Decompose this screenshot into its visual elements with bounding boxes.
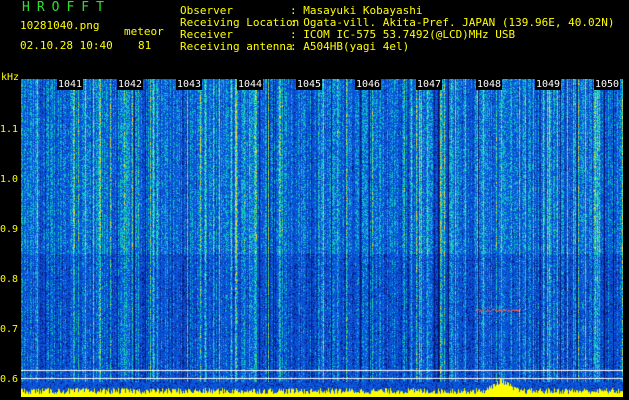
- time-label-1042: 1042: [117, 79, 144, 90]
- time-label-1041: 1041: [57, 79, 84, 90]
- ytick-1-0: 1.0: [0, 174, 19, 185]
- file-name: 10281040.png: [20, 19, 100, 32]
- ytick-0-6: 0.6: [0, 374, 19, 385]
- meteor-count: 81: [138, 39, 152, 52]
- ytick-0-7: 0.7: [0, 324, 19, 335]
- time-label-1043: 1043: [176, 79, 203, 90]
- ytick-0-8: 0.8: [0, 274, 19, 285]
- time-label-1049: 1049: [535, 79, 562, 90]
- brand-title: HROFFT: [22, 0, 111, 15]
- time-label-1046: 1046: [355, 79, 382, 90]
- ytick-1-1: 1.1: [0, 124, 19, 135]
- time-label-1048: 1048: [476, 79, 503, 90]
- time-label-1047: 1047: [416, 79, 443, 90]
- info-antenna-label: Receiving antenna: [180, 40, 293, 53]
- time-label-1044: 1044: [237, 79, 264, 90]
- ytick-0-9: 0.9: [0, 224, 19, 235]
- time-label-1050: 1050: [594, 79, 621, 90]
- info-antenna-value: : A504HB(yagi 4el): [290, 40, 410, 53]
- date-time: 02.10.28 10:40: [20, 39, 113, 52]
- y-axis: 1.1 1.0 0.9 0.8 0.7 0.6: [0, 79, 21, 397]
- spectrogram-canvas: [21, 79, 623, 397]
- mode-label: meteor: [124, 25, 164, 38]
- time-label-1045: 1045: [296, 79, 323, 90]
